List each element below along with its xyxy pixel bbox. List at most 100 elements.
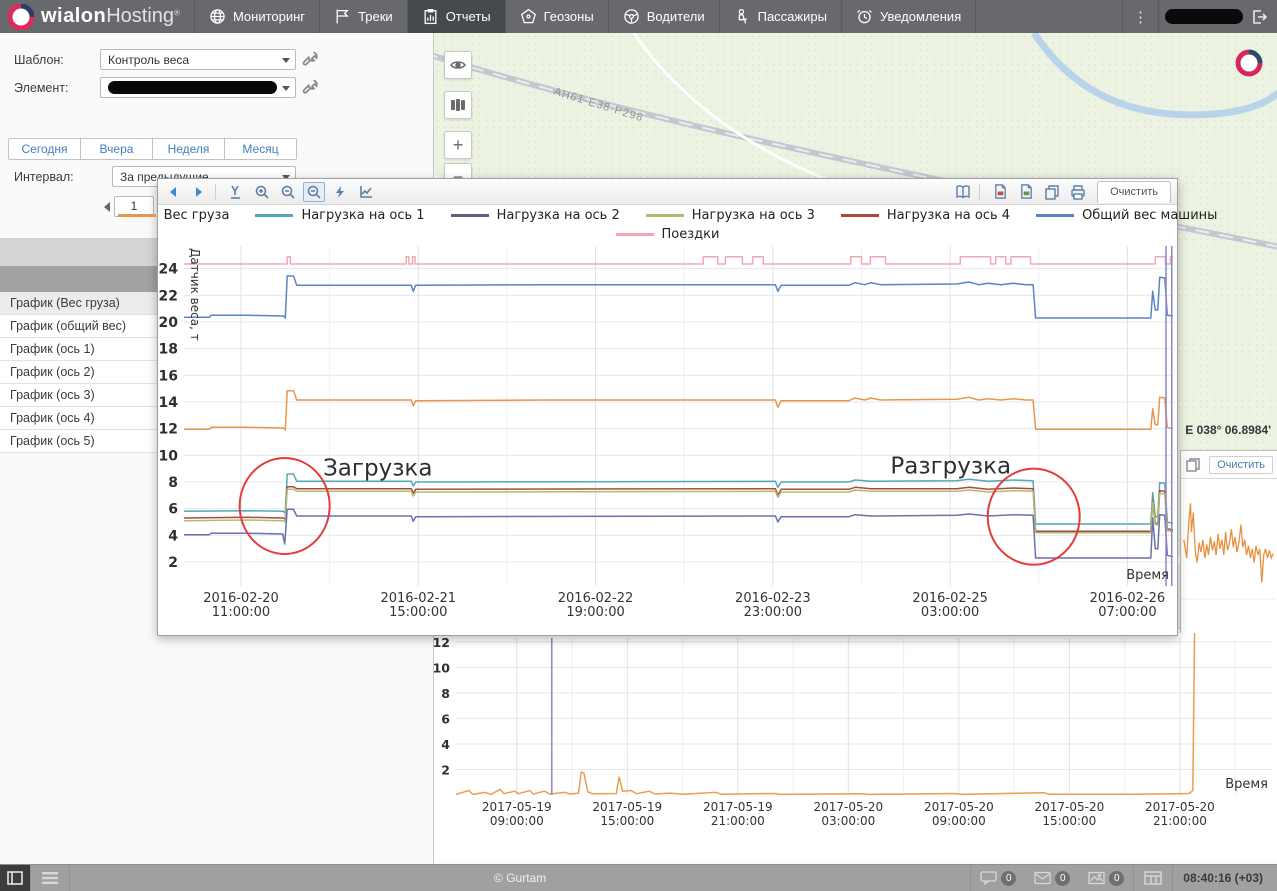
report-pages-button[interactable] [952,182,974,202]
annotation-text: Загрузка [323,455,432,481]
nav-more-button[interactable]: ⋮ [1122,0,1158,33]
svg-text:2: 2 [441,762,450,777]
copy-report-button[interactable] [1041,182,1063,202]
mini-clear-button[interactable]: Очистить [1209,456,1273,474]
legend-row-2: Поездки [158,225,1177,244]
chart-clear-button[interactable]: Очистить [1097,181,1171,203]
svg-text:2016-02-2219:00:00: 2016-02-2219:00:00 [558,591,634,620]
nav-item-monitoring[interactable]: Мониторинг [194,0,319,33]
quick-range-button[interactable]: Месяц [225,138,297,160]
zoom-in-button[interactable] [251,182,273,202]
print-button[interactable] [1067,182,1089,202]
mini-chart-toolbar: Очистить [1181,451,1277,479]
steering-icon [623,8,640,25]
map-visibility-button[interactable] [444,51,472,79]
nav-item-passengers[interactable]: Пассажиры [719,0,841,33]
export-excel-button[interactable] [1015,182,1037,202]
main-chart-svg[interactable]: 246810121416182022242016-02-2011:00:0020… [158,243,1177,635]
nav-item-reports[interactable]: Отчеты [407,0,505,33]
legend-label: Нагрузка на ось 1 [301,208,424,223]
legend-item[interactable]: Нагрузка на ось 2 [451,208,620,223]
table-icon [1144,871,1162,885]
svg-text:16: 16 [159,368,178,384]
bottom-panel-list-button[interactable] [31,871,69,885]
legend-item[interactable]: Поездки [616,227,720,242]
arrow-left-icon [167,186,179,198]
quick-range-button[interactable]: Вчера [81,138,153,160]
page-next-button[interactable] [188,182,210,202]
svg-text:2017-05-2009:00:00: 2017-05-2009:00:00 [924,800,994,828]
zoom-reset-button[interactable] [303,182,325,202]
copyright-text: © Gurtam [70,871,970,885]
counter-badge: 0 [1109,871,1124,886]
svg-text:20: 20 [159,315,179,331]
quick-range-button[interactable]: Неделя [153,138,225,160]
pages-icon[interactable] [1185,457,1201,473]
lower-chart-svg: 246810122017-05-1909:00:002017-05-1915:0… [434,629,1277,863]
logout-icon[interactable] [1251,9,1267,25]
panel-toggle-button[interactable] [0,865,30,891]
legend-label: Общий вес машины [1082,208,1217,223]
svg-text:6: 6 [168,502,178,518]
x-axis-title: Время [1126,568,1169,583]
interval-label: Интервал: [14,170,74,184]
element-settings-wrench-icon[interactable] [301,78,319,96]
legend-swatch [616,233,654,236]
legend-swatch [841,214,879,217]
chart-settings-button[interactable] [355,182,377,202]
statusbar-counter[interactable]: 0 [971,870,1025,886]
notification-icon [856,8,873,25]
nav-item-notifications[interactable]: Уведомления [841,0,975,33]
svg-text:4: 4 [168,528,178,544]
nav-item-geofences[interactable]: Геозоны [505,0,608,33]
legend-row-1: Вес грузаНагрузка на ось 1Нагрузка на ос… [158,206,1177,225]
legend-label: Поездки [662,227,720,242]
legend-item[interactable]: Нагрузка на ось 3 [646,208,815,223]
svg-text:6: 6 [441,711,450,726]
page-prev-button[interactable] [162,182,184,202]
mini-chart-panel: Очистить [1180,450,1277,633]
map-layers-button[interactable] [444,91,472,119]
chart-toolbar: Очистить [158,179,1177,205]
legend-item[interactable]: Вес груза [118,208,230,223]
panel-icon [7,871,23,885]
map-zoom-in-button[interactable]: + [444,131,472,159]
template-select[interactable]: Контроль веса [100,49,296,70]
zoom-y-axis-button[interactable] [225,182,247,202]
file-xls-icon [1019,184,1034,199]
legend-item[interactable]: Общий вес машины [1036,208,1217,223]
globe-icon [209,8,226,25]
nav-item-drivers[interactable]: Водители [608,0,719,33]
statusbar-counter[interactable]: 0 [1025,870,1079,886]
quick-range-button[interactable]: Сегодня [8,138,81,160]
toolbar-separator [979,184,980,200]
brand-logo[interactable]: wialonHosting® [0,0,194,33]
zoom-out-button[interactable] [277,182,299,202]
svg-text:2: 2 [168,555,178,571]
legend-swatch [255,214,293,217]
legend-label: Нагрузка на ось 4 [887,208,1010,223]
zoom-in-icon [254,184,270,200]
jobs-button[interactable] [1134,871,1172,885]
decrement-icon[interactable] [104,202,110,212]
svg-text:2017-05-1915:00:00: 2017-05-1915:00:00 [592,800,662,828]
y-axis-title: Датчик веса, т [188,248,202,341]
notification-counters: 000 [971,870,1133,886]
nav-user-area[interactable] [1158,0,1277,33]
element-select[interactable] [100,77,296,98]
statusbar-counter[interactable]: 0 [1079,870,1133,886]
lower-report-chart[interactable]: 246810122017-05-1909:00:002017-05-1915:0… [434,628,1277,862]
refresh-chart-button[interactable] [329,182,351,202]
legend-item[interactable]: Нагрузка на ось 4 [841,208,1010,223]
legend-item[interactable]: Нагрузка на ось 1 [255,208,424,223]
arrow-right-icon [193,186,205,198]
nav-item-tracks[interactable]: Треки [319,0,407,33]
nav-spacer [975,0,1122,33]
template-settings-wrench-icon[interactable] [301,50,319,68]
svg-text:14: 14 [159,395,179,411]
svg-text:2016-02-2115:00:00: 2016-02-2115:00:00 [380,591,456,620]
chart-export-toolbar: Очистить [948,181,1177,203]
legend-swatch [1036,214,1074,217]
export-pdf-button[interactable] [989,182,1011,202]
book-icon [955,184,971,200]
